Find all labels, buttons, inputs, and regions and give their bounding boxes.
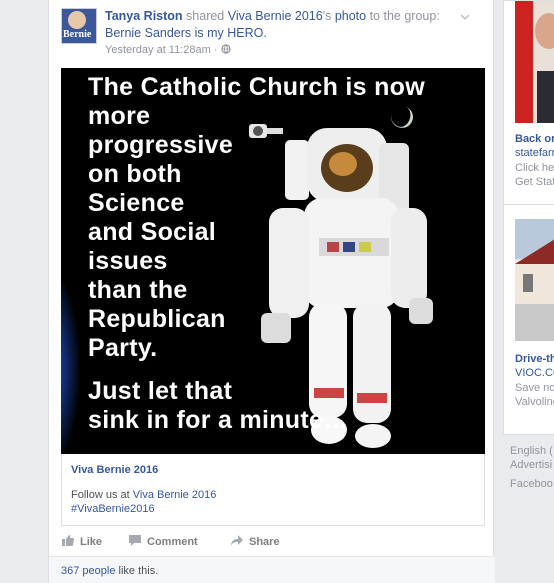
- image-text-line: Party.: [88, 334, 158, 362]
- ad-1-domain[interactable]: statefarr: [515, 147, 554, 159]
- photo-attribution: Viva Bernie 2016 Follow us at Viva Berni…: [61, 454, 485, 526]
- share-icon: [231, 535, 243, 546]
- photo-link[interactable]: photo: [335, 9, 366, 23]
- earth-glow: [61, 268, 79, 454]
- ad-1-text-2: Get State: [515, 176, 554, 188]
- image-text-line: progressive: [88, 131, 234, 159]
- like-button[interactable]: Like: [62, 535, 102, 548]
- image-text-line: Just let that: [88, 377, 233, 405]
- avatar-text: Bernie: [63, 29, 92, 40]
- likes-count-link[interactable]: 367 people: [61, 565, 115, 577]
- likes-summary: 367 people like this.: [49, 556, 495, 583]
- post-meta: Yesterday at 11:28am ·: [105, 44, 231, 56]
- image-text-line: than the: [88, 276, 188, 304]
- comment-label: Comment: [147, 536, 198, 548]
- likes-suffix: like this.: [115, 565, 159, 577]
- attribution-body: Follow us at Viva Bernie 2016 #VivaBerni…: [71, 488, 216, 516]
- like-icon: [62, 535, 74, 546]
- attribution-title[interactable]: Viva Bernie 2016: [71, 464, 158, 476]
- follow-link[interactable]: Viva Bernie 2016: [133, 489, 217, 501]
- ad-1-image: [515, 1, 554, 123]
- image-text-line: issues: [88, 247, 168, 275]
- ad-2-text-1: Save no: [515, 382, 554, 394]
- like-label: Like: [80, 536, 103, 548]
- image-text-line: sink in for a minute…: [88, 406, 349, 434]
- image-text-line: more: [88, 102, 151, 130]
- timestamp-link[interactable]: Yesterday at 11:28am: [105, 44, 211, 56]
- to-group-text: to the group:: [366, 9, 440, 23]
- author-link[interactable]: Tanya Riston: [105, 9, 183, 23]
- hashtag-link[interactable]: #VivaBernie2016: [71, 503, 155, 515]
- shared-text: shared: [182, 9, 228, 23]
- footer-advertising-link[interactable]: Advertisi: [510, 459, 552, 471]
- image-text-line: and Social: [88, 218, 217, 246]
- meta-separator: ·: [210, 44, 221, 56]
- group-link[interactable]: Bernie Sanders is my HERO.: [105, 26, 267, 40]
- right-sidebar: Back or statefarr Click her Get State Dr…: [503, 0, 554, 583]
- comment-button[interactable]: Comment: [129, 535, 198, 548]
- ad-1-title[interactable]: Back or: [515, 133, 554, 145]
- comment-icon: [129, 535, 141, 546]
- avatar[interactable]: Bernie: [61, 8, 97, 44]
- ad-2-title[interactable]: Drive-th: [515, 353, 554, 365]
- image-text-line: Republican: [88, 305, 226, 333]
- sidebar-ad-2[interactable]: Drive-th VIOC.CO Save no Valvoline: [503, 205, 554, 435]
- possessive-text: 's: [322, 9, 335, 23]
- follow-text: Follow us at: [71, 489, 133, 501]
- image-text-line: Science: [88, 189, 185, 217]
- ad-2-text-2: Valvoline: [515, 396, 554, 408]
- image-text-line: The Catholic Church is now: [88, 73, 425, 101]
- image-caption-text: The Catholic Church is now more progress…: [88, 73, 478, 435]
- footer-brand: Faceboo: [510, 478, 553, 490]
- globe-icon[interactable]: [220, 44, 231, 54]
- post-image[interactable]: The Catholic Church is now more progress…: [61, 68, 485, 454]
- footer-language-link[interactable]: English (: [510, 445, 553, 457]
- avatar-face: [68, 11, 86, 29]
- share-button[interactable]: Share: [231, 535, 280, 548]
- post-header: Bernie Tanya Riston shared Viva Bernie 2…: [61, 8, 481, 60]
- image-text-spacer: [88, 363, 478, 377]
- post-actions: Like Comment Share: [61, 526, 485, 556]
- page-link[interactable]: Viva Bernie 2016: [228, 9, 323, 23]
- feed-post: Bernie Tanya Riston shared Viva Bernie 2…: [48, 0, 495, 583]
- likes-text: 367 people like this.: [61, 565, 158, 577]
- image-text-line: on both: [88, 160, 182, 188]
- post-headline: Tanya Riston shared Viva Bernie 2016's p…: [105, 8, 455, 42]
- ad-2-image: [515, 219, 554, 341]
- chevron-down-icon[interactable]: [459, 11, 471, 23]
- share-label: Share: [249, 536, 280, 548]
- sidebar-ad-1[interactable]: Back or statefarr Click her Get State: [503, 0, 554, 205]
- ad-1-text-1: Click her: [515, 162, 554, 174]
- ad-2-domain[interactable]: VIOC.CO: [515, 367, 554, 379]
